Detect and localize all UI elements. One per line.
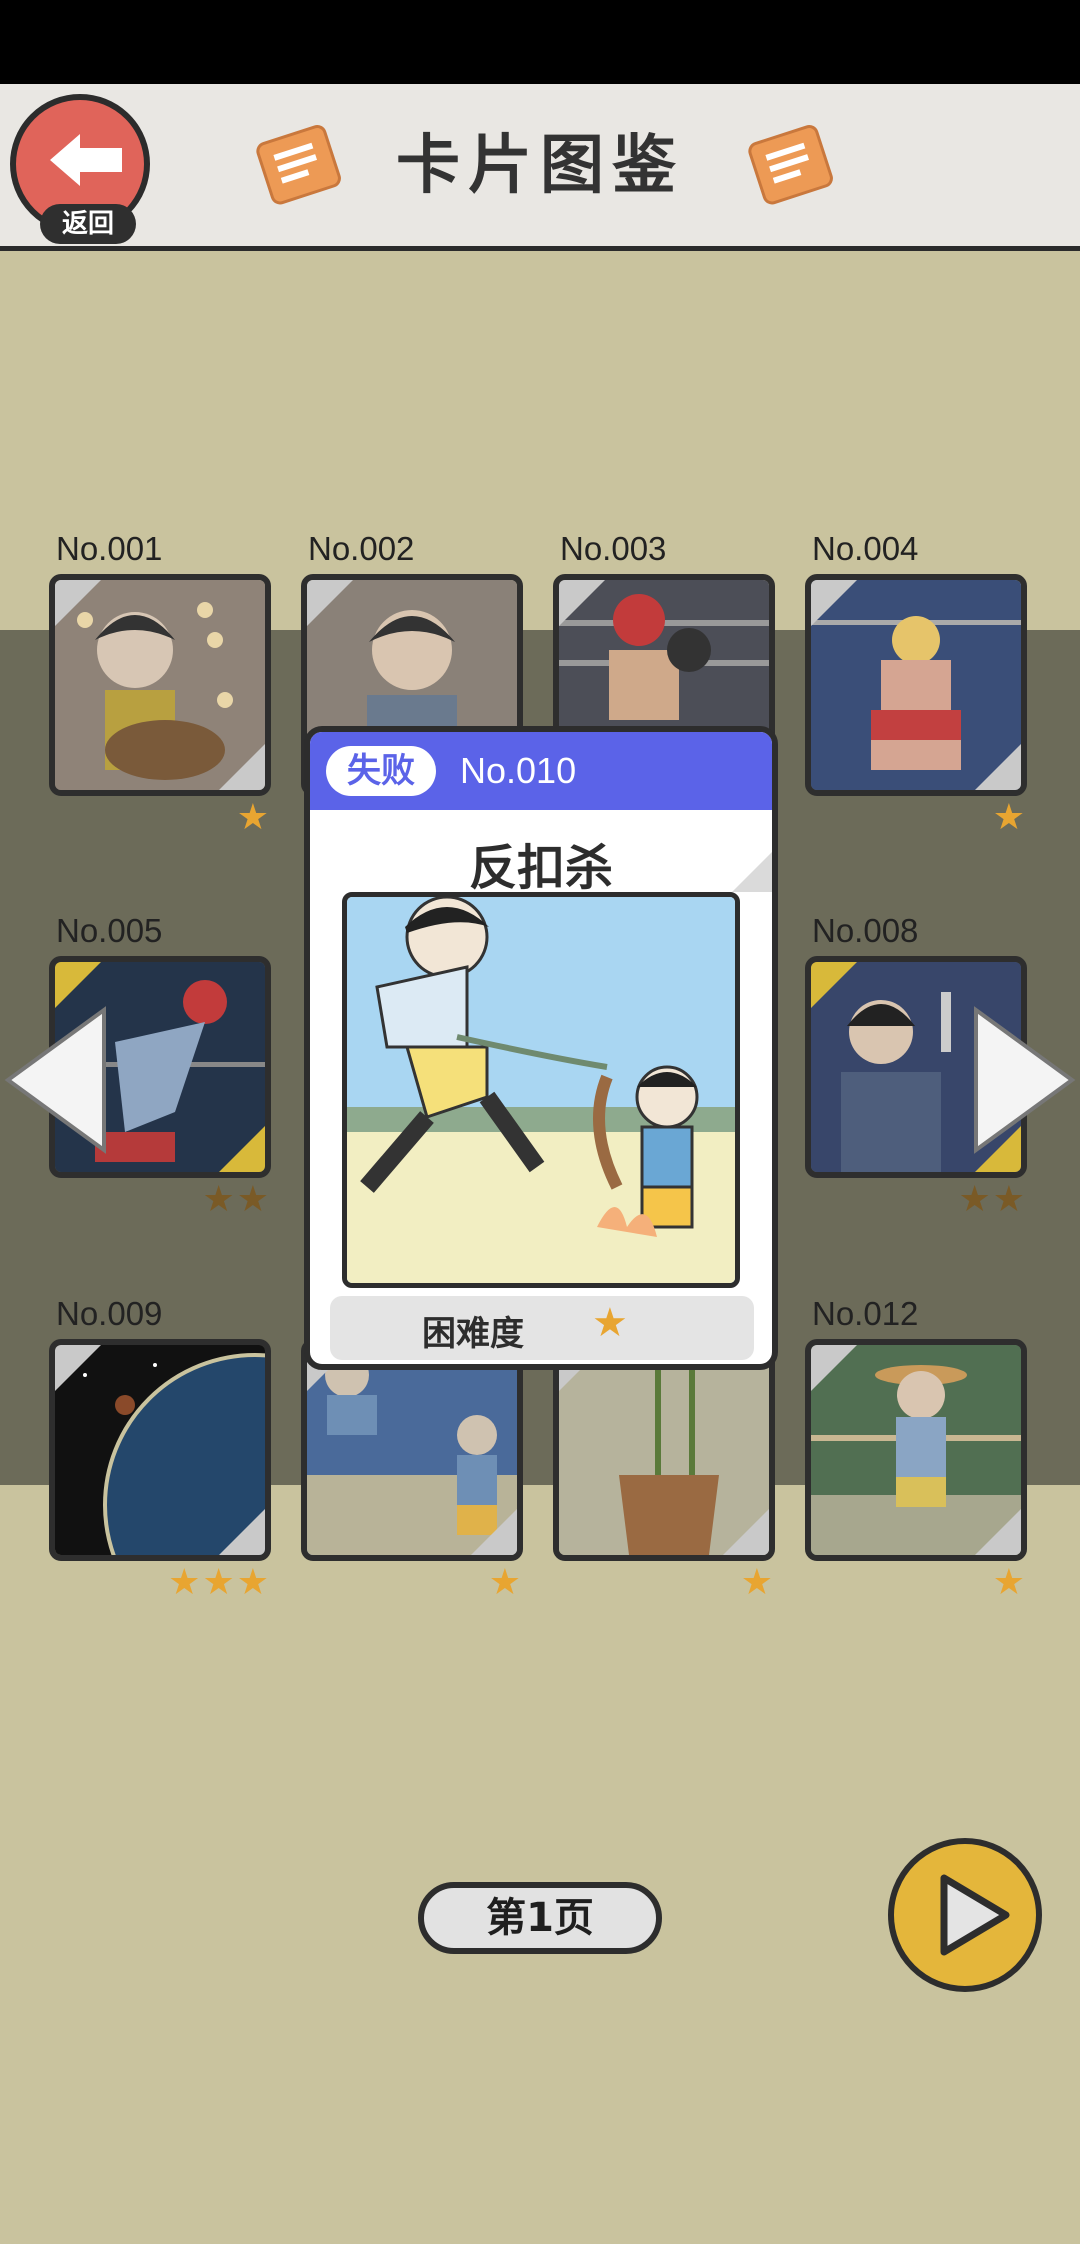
card-thumbnail[interactable] [553,1339,775,1561]
card-detail-popup[interactable]: 失败 No.010 反扣杀 困难度 ★ [304,726,778,1370]
popup-illustration-svg [347,897,735,1283]
popup-card-number: No.010 [460,750,577,791]
popup-header: 失败 No.010 [310,732,772,810]
card-stars: ★ [488,1562,523,1603]
page-indicator: 第1页 [418,1882,662,1954]
card-corner [811,1345,857,1391]
card-thumbnail[interactable] [805,574,1027,796]
card-corner [55,1345,101,1391]
card-stars: ★★ [202,1179,271,1220]
card-deco-icon [748,125,833,205]
difficulty-stars: ★ [592,1300,628,1346]
card-number: No.003 [560,530,667,567]
card-corner [219,1126,265,1172]
card-number: No.005 [56,912,163,949]
popup-card-title: 反扣杀 [468,840,613,896]
card-corner [811,580,857,626]
card-stars: ★ [992,1562,1027,1603]
card-corner [471,1509,517,1555]
difficulty-label: 困难度 [422,1314,524,1354]
arrow-left-icon [50,134,122,186]
card-thumbnail[interactable] [49,1339,271,1561]
card-corner [975,744,1021,790]
difficulty-row: 困难度 ★ [310,1288,772,1364]
card-thumbnail[interactable] [805,1339,1027,1561]
card-corner [55,580,101,626]
card-corner [975,1509,1021,1555]
card-corner [307,580,353,626]
back-button-label: 返回 [40,204,136,244]
card-corner [811,962,857,1008]
card-deco-icon [256,125,341,205]
card-thumbnail[interactable] [301,1339,523,1561]
card-number: No.001 [56,530,163,567]
card-number: No.002 [308,530,415,567]
card-corner [559,580,605,626]
header-bar: 返回 卡片图鉴 [0,84,1080,251]
card-stars: ★ [992,797,1027,838]
card-stars: ★★ [958,1179,1027,1220]
card-stars: ★ [740,1562,775,1603]
difficulty-band [330,1296,754,1360]
status-badge: 失败 [326,746,436,796]
card-corner [723,1509,769,1555]
card-stars: ★ [236,797,271,838]
back-button[interactable]: 返回 [10,94,150,244]
next-page-button[interactable] [888,1838,1042,1992]
previous-page-arrow-icon[interactable] [0,1000,110,1160]
card-corner [732,852,772,892]
card-number: No.004 [812,530,919,567]
play-icon [940,1874,1010,1956]
card-number: No.012 [812,1295,919,1332]
card-corner [219,744,265,790]
card-number: No.009 [56,1295,163,1332]
card-number: No.008 [812,912,919,949]
status-bar [0,0,1080,84]
popup-card-illustration [342,892,740,1288]
card-thumbnail[interactable] [49,574,271,796]
card-corner [219,1509,265,1555]
next-card-arrow-icon[interactable] [970,1000,1080,1160]
page-title: 卡片图鉴 [396,129,684,203]
card-stars: ★★★ [168,1562,271,1603]
